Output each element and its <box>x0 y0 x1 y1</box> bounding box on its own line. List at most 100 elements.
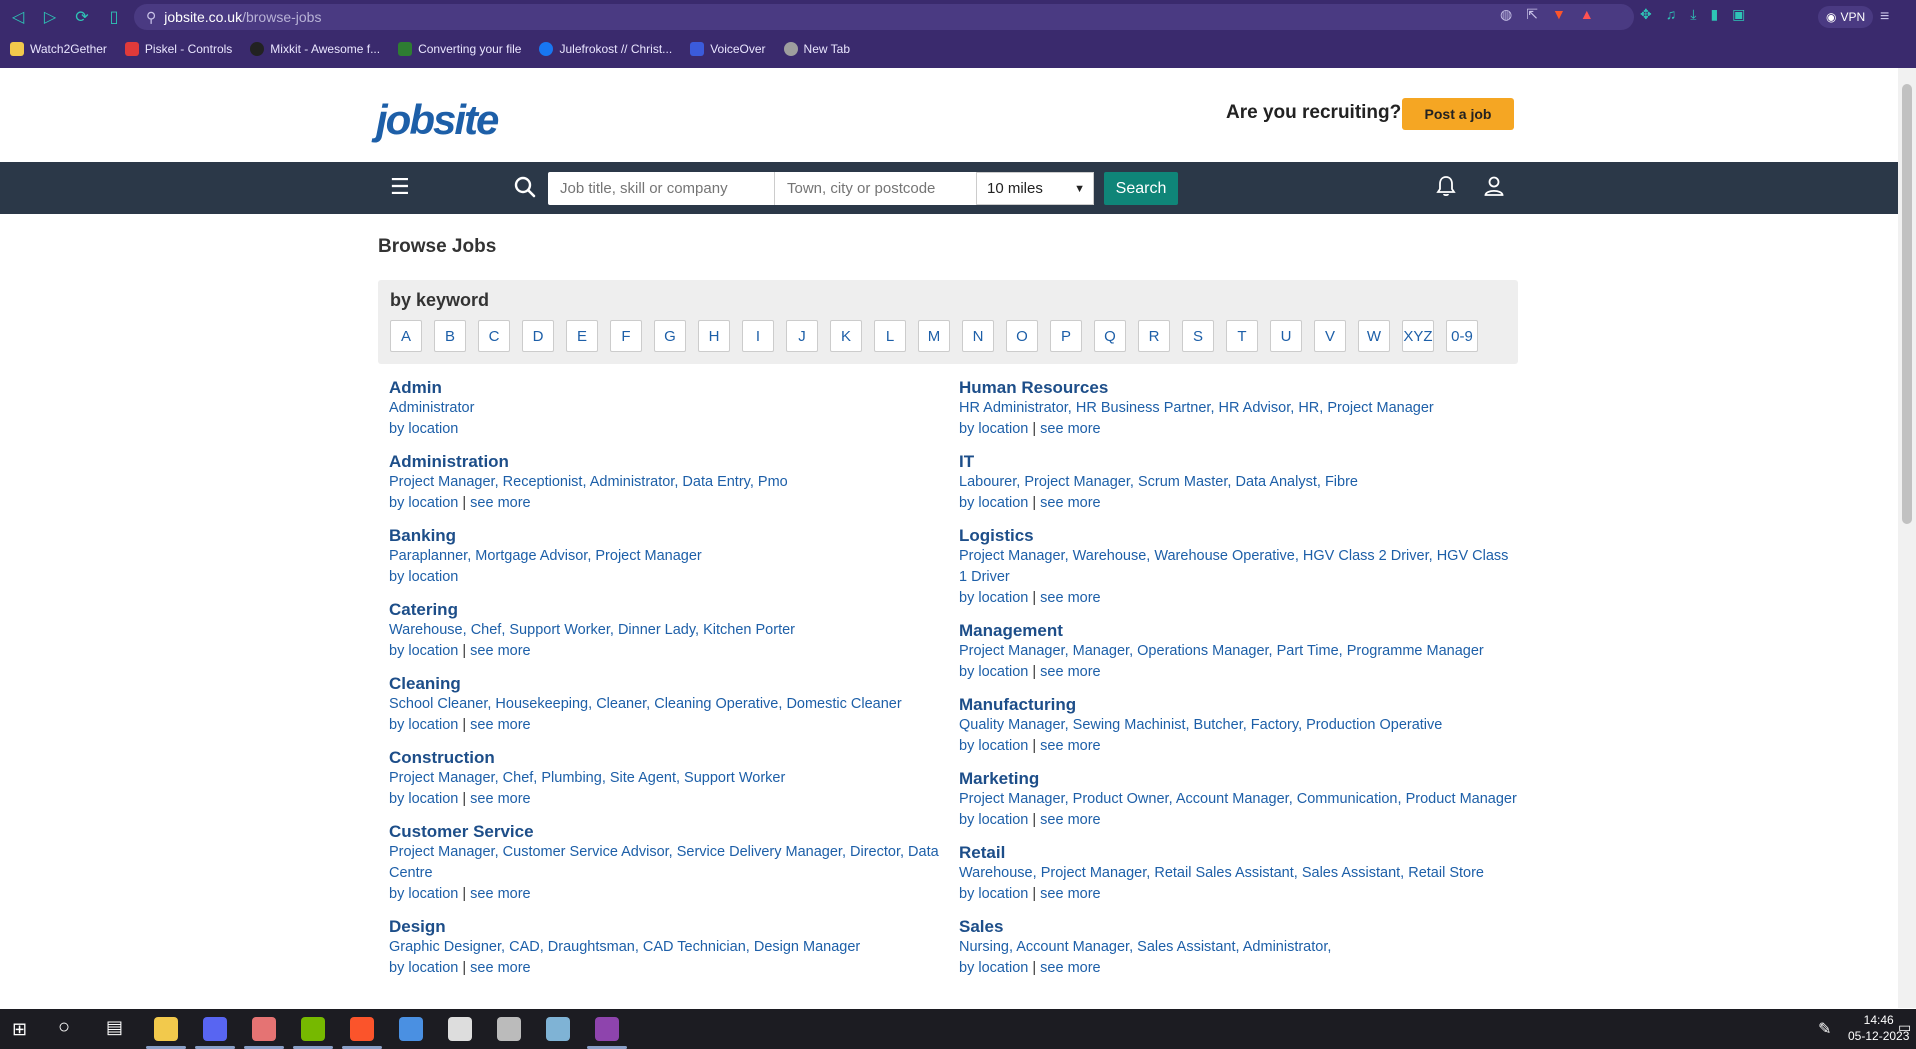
job-keyword-link[interactable]: Kitchen Porter <box>703 622 795 638</box>
category-title-link[interactable]: Construction <box>389 748 949 768</box>
by-location-link[interactable]: by location <box>959 421 1028 437</box>
job-keyword-link[interactable]: Sales Assistant <box>1302 865 1400 881</box>
job-keyword-link[interactable]: Housekeeping <box>495 696 588 712</box>
job-keyword-link[interactable]: Project Manager <box>1041 865 1147 881</box>
jobsite-logo[interactable]: jobsite <box>376 96 499 144</box>
see-more-link[interactable]: see more <box>470 495 530 511</box>
taskbar-app-app-editor-icon[interactable] <box>399 1017 423 1041</box>
taskbar-app-unity-hub-icon[interactable] <box>497 1017 521 1041</box>
category-title-link[interactable]: Retail <box>959 843 1519 863</box>
bookmark-item[interactable]: New Tab <box>783 42 850 56</box>
job-keyword-link[interactable]: Data Entry <box>682 474 749 490</box>
see-more-link[interactable]: see more <box>470 643 530 659</box>
job-keyword-link[interactable]: Mortgage Advisor <box>475 548 587 564</box>
taskbar-app-nvidia-icon[interactable] <box>301 1017 325 1041</box>
by-location-link[interactable]: by location <box>389 643 458 659</box>
job-keyword-link[interactable]: School Cleaner <box>389 696 487 712</box>
by-location-link[interactable]: by location <box>959 960 1028 976</box>
bell-icon[interactable] <box>1434 174 1458 204</box>
by-location-link[interactable]: by location <box>389 495 458 511</box>
notification-icon[interactable]: ▭ <box>1898 1019 1911 1036</box>
job-keyword-link[interactable]: Design Manager <box>754 939 860 955</box>
forward-icon[interactable]: ▷ <box>34 0 66 34</box>
post-job-button[interactable]: Post a job <box>1402 98 1514 130</box>
job-keyword-link[interactable]: Chef <box>503 770 534 786</box>
job-keyword-link[interactable]: Project Manager <box>1327 400 1433 416</box>
job-keyword-link[interactable]: Receptionist <box>503 474 583 490</box>
job-keyword-link[interactable]: Administrator <box>1243 939 1328 955</box>
windows-start-icon[interactable]: ⊞ <box>12 1019 27 1040</box>
see-more-link[interactable]: see more <box>1040 812 1100 828</box>
job-keyword-link[interactable]: Retail Sales Assistant <box>1154 865 1293 881</box>
user-account-icon[interactable] <box>1482 174 1506 204</box>
see-more-link[interactable]: see more <box>1040 495 1100 511</box>
wallet-icon[interactable]: ▣ <box>1732 6 1745 23</box>
letter-link[interactable]: P <box>1050 320 1082 352</box>
by-location-link[interactable]: by location <box>959 664 1028 680</box>
letter-link[interactable]: XYZ <box>1402 320 1434 352</box>
location-input[interactable] <box>774 172 976 205</box>
bookmark-item[interactable]: Julefrokost // Christ... <box>539 42 672 56</box>
category-title-link[interactable]: IT <box>959 452 1519 472</box>
letter-link[interactable]: Q <box>1094 320 1126 352</box>
category-title-link[interactable]: Manufacturing <box>959 695 1519 715</box>
job-keyword-link[interactable]: Project Manager <box>959 791 1065 807</box>
bookmark-item[interactable]: Watch2Gether <box>10 42 107 56</box>
bookmark-item[interactable]: Converting your file <box>398 42 521 56</box>
category-title-link[interactable]: Design <box>389 917 949 937</box>
letter-link[interactable]: C <box>478 320 510 352</box>
letter-link[interactable]: S <box>1182 320 1214 352</box>
category-title-link[interactable]: Admin <box>389 378 949 398</box>
letter-link[interactable]: I <box>742 320 774 352</box>
job-keyword-link[interactable]: Manager <box>1073 643 1129 659</box>
job-keyword-link[interactable]: Project Manager <box>1024 474 1130 490</box>
job-keyword-link[interactable]: HR Business Partner <box>1076 400 1211 416</box>
by-location-link[interactable]: by location <box>959 495 1028 511</box>
by-location-link[interactable]: by location <box>389 886 458 902</box>
letter-link[interactable]: A <box>390 320 422 352</box>
letter-link[interactable]: D <box>522 320 554 352</box>
job-keyword-link[interactable]: Project Manager <box>595 548 701 564</box>
taskbar-search-icon[interactable]: ○ <box>58 1016 70 1039</box>
job-keyword-link[interactable]: Plumbing <box>541 770 601 786</box>
letter-link[interactable]: R <box>1138 320 1170 352</box>
job-keyword-link[interactable]: CAD <box>509 939 540 955</box>
job-keyword-link[interactable]: Paraplanner <box>389 548 467 564</box>
job-keyword-link[interactable]: HGV Class 2 Driver <box>1303 548 1429 564</box>
job-keyword-link[interactable]: Operations Manager <box>1137 643 1268 659</box>
job-keyword-link[interactable]: Director <box>850 844 900 860</box>
by-location-link[interactable]: by location <box>959 738 1028 754</box>
share-icon[interactable]: ⇱ <box>1526 6 1538 23</box>
job-keyword-link[interactable]: Support Worker <box>684 770 785 786</box>
job-keyword-link[interactable]: Site Agent <box>610 770 676 786</box>
by-location-link[interactable]: by location <box>959 886 1028 902</box>
job-keyword-link[interactable]: Support Worker <box>509 622 609 638</box>
radius-select[interactable]: 10 miles ▼ <box>976 172 1094 205</box>
bookmark-item[interactable]: Piskel - Controls <box>124 42 232 56</box>
job-keyword-link[interactable]: Fibre <box>1325 474 1358 490</box>
by-location-link[interactable]: by location <box>959 590 1028 606</box>
address-bar[interactable]: ⚲ jobsite.co.uk/browse-jobs <box>134 4 1634 30</box>
letter-link[interactable]: 0-9 <box>1446 320 1478 352</box>
letter-link[interactable]: T <box>1226 320 1258 352</box>
job-keyword-link[interactable]: Product Manager <box>1406 791 1517 807</box>
by-location-link[interactable]: by location <box>389 960 458 976</box>
job-keyword-link[interactable]: Sales Assistant <box>1137 939 1235 955</box>
task-view-icon[interactable]: ▤ <box>106 1017 123 1038</box>
see-more-link[interactable]: see more <box>1040 590 1100 606</box>
back-icon[interactable]: ◁ <box>2 0 34 34</box>
category-title-link[interactable]: Marketing <box>959 769 1519 789</box>
letter-link[interactable]: H <box>698 320 730 352</box>
category-title-link[interactable]: Human Resources <box>959 378 1519 398</box>
job-keyword-link[interactable]: HR Administrator <box>959 400 1068 416</box>
job-keyword-link[interactable]: Factory <box>1251 717 1298 733</box>
job-keyword-link[interactable]: Warehouse Operative <box>1154 548 1295 564</box>
job-keyword-link[interactable]: Communication <box>1297 791 1398 807</box>
job-keyword-link[interactable]: Project Manager <box>389 770 495 786</box>
bookmark-item[interactable]: Mixkit - Awesome f... <box>250 42 380 56</box>
job-keyword-link[interactable]: HR <box>1298 400 1319 416</box>
by-location-link[interactable]: by location <box>389 569 458 585</box>
by-location-link[interactable]: by location <box>389 791 458 807</box>
by-location-link[interactable]: by location <box>389 421 458 437</box>
see-more-link[interactable]: see more <box>1040 738 1100 754</box>
